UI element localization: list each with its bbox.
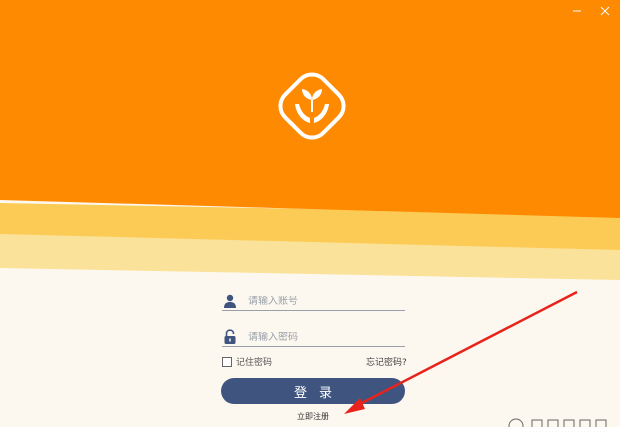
- password-field: [222, 328, 405, 347]
- minimize-icon: [573, 10, 581, 12]
- close-button[interactable]: [598, 4, 612, 18]
- lock-icon: [222, 329, 238, 345]
- remember-label: 记住密码: [236, 358, 273, 368]
- hands-sprout-logo: [278, 72, 346, 140]
- login-window: 记住密码 忘记密码? 登录 立即注册: [0, 0, 620, 427]
- forgot-password-link[interactable]: 忘记密码?: [366, 355, 407, 368]
- password-input[interactable]: [248, 331, 398, 343]
- username-input[interactable]: [248, 295, 398, 307]
- window-controls: [570, 4, 612, 18]
- close-icon: [600, 6, 610, 16]
- user-icon: [222, 293, 238, 309]
- watermark-logo: [508, 418, 607, 427]
- remember-checkbox[interactable]: [222, 356, 232, 367]
- minimize-button[interactable]: [570, 4, 584, 18]
- remember-password: 记住密码: [222, 355, 272, 368]
- username-field: [222, 292, 405, 311]
- register-link[interactable]: 立即注册: [297, 411, 329, 422]
- login-button[interactable]: 登录: [221, 378, 405, 404]
